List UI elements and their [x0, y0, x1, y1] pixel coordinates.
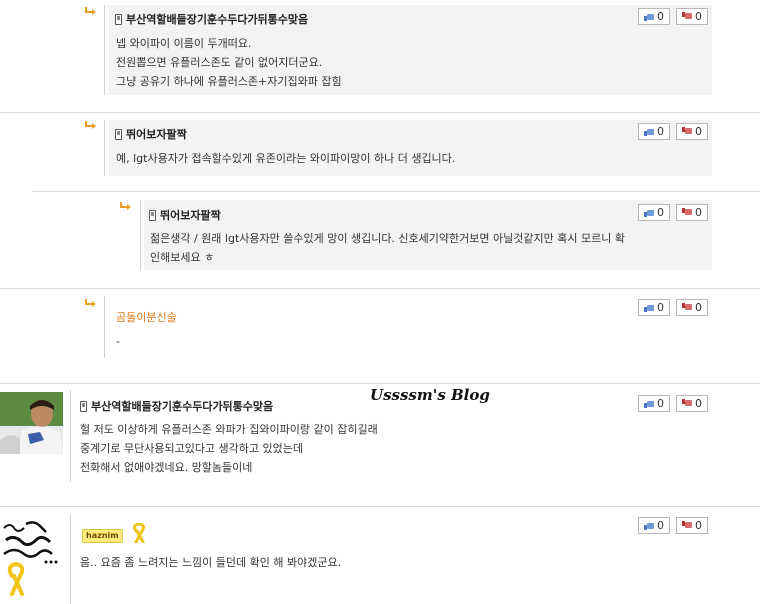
- yellow-ribbon-icon: [133, 523, 145, 543]
- upvote-button[interactable]: 0: [638, 299, 670, 316]
- downvote-button[interactable]: 0: [676, 299, 708, 316]
- thumb-down-icon: [682, 127, 692, 136]
- comment-text: 젊은생각 / 원래 lgt사용자만 쓸수있게 망이 생깁니다. 신호세기약한거보…: [150, 232, 625, 245]
- comment-text: 헐 저도 이상하게 유플러스존 와파가 집와이파이랑 같이 잡히길래: [80, 423, 378, 436]
- thumb-down-icon: [682, 12, 692, 21]
- thumb-up-icon: [644, 208, 654, 217]
- comment-author[interactable]: 부산역할배들장기훈수두다가뒤통수맞음: [115, 11, 308, 27]
- upvote-button[interactable]: 0: [638, 8, 670, 25]
- thumb-up-icon: [644, 127, 654, 136]
- reply-indent-line: [104, 296, 105, 358]
- handwritten-avatar-image: [3, 521, 58, 596]
- author-name[interactable]: 뛰어보자팔짝: [160, 207, 221, 223]
- comment-text: -: [116, 335, 120, 348]
- comment-author[interactable]: 곰돌이분신술: [116, 309, 177, 325]
- comment-separator: [32, 191, 760, 192]
- downvote-button[interactable]: 0: [676, 204, 708, 221]
- thumb-up-icon: [644, 303, 654, 312]
- author-name[interactable]: 곰돌이분신술: [116, 309, 177, 325]
- reply-arrow-icon: [120, 202, 131, 210]
- comment-separator: [0, 506, 760, 507]
- comment-text: 예, lgt사용자가 접속할수있게 유존이라는 와이파이망이 하나 더 생깁니다…: [116, 152, 456, 165]
- thumb-down-icon: [682, 521, 692, 530]
- thumb-up-icon: [644, 12, 654, 21]
- author-badge[interactable]: haznim: [82, 529, 123, 543]
- thumb-up-icon: [644, 399, 654, 408]
- author-name[interactable]: 부산역할배들장기훈수두다가뒤통수맞음: [126, 11, 308, 27]
- comment-separator: [0, 112, 760, 113]
- comment-text: 그냥 공유기 하나에 유플러스존+자기집와파 잡힘: [116, 75, 342, 88]
- comment-text: 중계기로 무단사용되고있다고 생각하고 있었는데: [80, 442, 304, 455]
- upvote-button[interactable]: 0: [638, 395, 670, 412]
- reply-indent-line: [104, 5, 105, 95]
- comment-text: 인해보세요 ㅎ: [150, 251, 215, 264]
- reply-arrow-icon: [85, 121, 96, 129]
- reply-arrow-icon: [85, 7, 96, 15]
- blog-watermark: Ussssm's Blog: [370, 386, 490, 404]
- reply-indent-line: [140, 200, 141, 270]
- downvote-button[interactable]: 0: [676, 517, 708, 534]
- comment-indent-line: [70, 514, 71, 604]
- comment-box: [108, 120, 712, 176]
- downvote-button[interactable]: 0: [676, 123, 708, 140]
- comment-text: 음.. 요즘 좀 느려지는 느낌이 들던데 확인 해 봐야겠군요.: [80, 556, 342, 569]
- mobile-phone-icon: [115, 13, 122, 25]
- thumb-down-icon: [682, 208, 692, 217]
- mobile-phone-icon: [80, 400, 87, 412]
- upvote-button[interactable]: 0: [638, 204, 670, 221]
- downvote-button[interactable]: 0: [676, 8, 708, 25]
- avatar[interactable]: [0, 516, 64, 604]
- reply-arrow-icon: [85, 299, 96, 307]
- comment-separator: [0, 288, 760, 289]
- upvote-button[interactable]: 0: [638, 517, 670, 534]
- author-name[interactable]: 뛰어보자팔짝: [126, 126, 187, 142]
- comment-separator: [0, 383, 760, 384]
- thumb-down-icon: [682, 303, 692, 312]
- downvote-button[interactable]: 0: [676, 395, 708, 412]
- comment-text: 전화해서 없애야겠네요. 망할놈들이네: [80, 461, 253, 474]
- mobile-phone-icon: [149, 209, 156, 221]
- thumb-up-icon: [644, 521, 654, 530]
- mobile-phone-icon: [115, 128, 122, 140]
- comment-text: 전원뽑으면 유플러스존도 같이 없어지더군요.: [116, 56, 323, 69]
- avatar-photo-image: [0, 392, 63, 454]
- comment-text: 넵 와이파이 이름이 두개떠요.: [116, 37, 252, 50]
- comment-author[interactable]: 부산역할배들장기훈수두다가뒤통수맞음: [80, 398, 273, 414]
- comment-indent-line: [70, 390, 71, 482]
- comment-author[interactable]: 뛰어보자팔짝: [149, 207, 221, 223]
- author-name[interactable]: 부산역할배들장기훈수두다가뒤통수맞음: [91, 398, 273, 414]
- upvote-button[interactable]: 0: [638, 123, 670, 140]
- thumb-down-icon: [682, 399, 692, 408]
- reply-indent-line: [104, 120, 105, 176]
- comment-author[interactable]: 뛰어보자팔짝: [115, 126, 187, 142]
- avatar[interactable]: [0, 392, 63, 454]
